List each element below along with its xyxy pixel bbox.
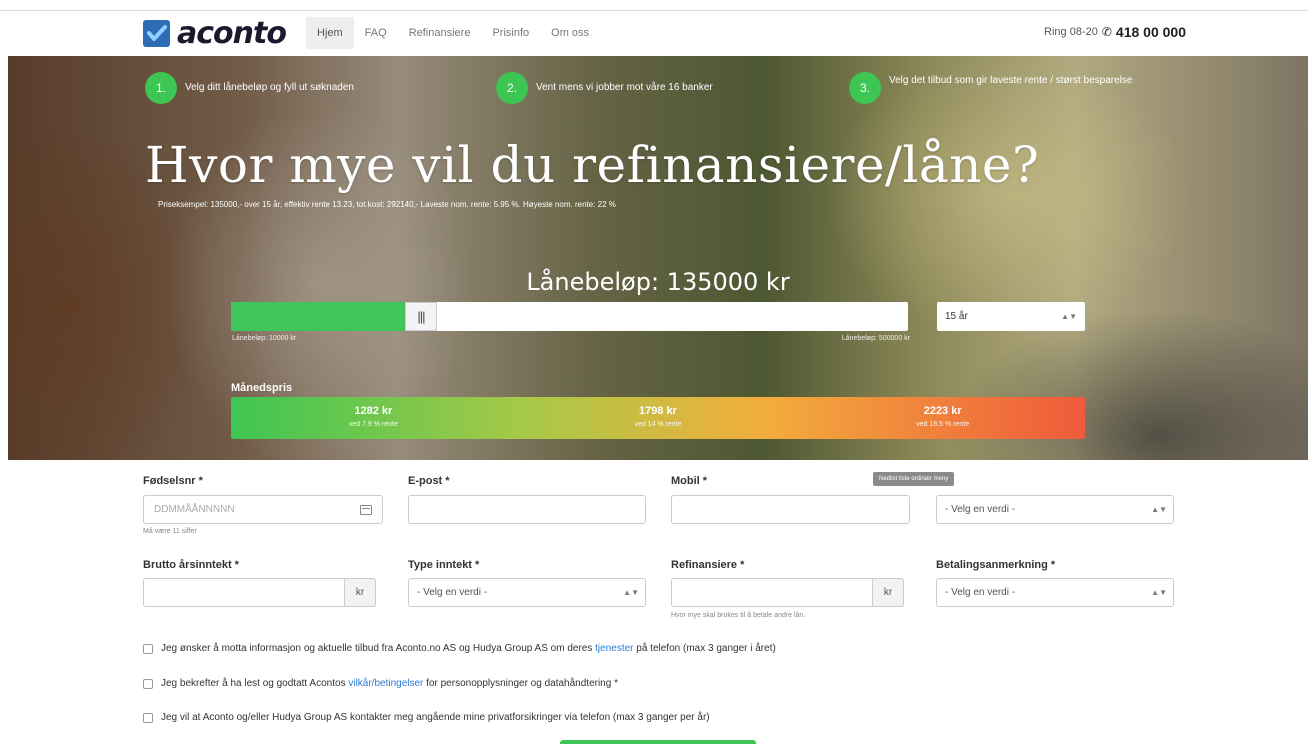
slider-max-label: Lånebeløp: 500000 kr bbox=[841, 335, 910, 342]
monthly-price-label: Månedspris bbox=[231, 382, 293, 394]
fodselsnr-label: Fødselsnr * bbox=[143, 475, 203, 487]
consent-text: Jeg bekrefter å ha lest og godtatt Acont… bbox=[161, 678, 618, 689]
monthly-segment-mid: 1798 kr ved 14 % rente bbox=[516, 397, 801, 439]
extra-select-value: - Velg en verdi - bbox=[945, 504, 1016, 515]
loan-slider-fill bbox=[231, 302, 405, 331]
consent-text-before: Jeg ønsker å motta informasjon og aktuel… bbox=[161, 643, 596, 654]
betalingsanmerkning-label: Betalingsanmerkning * bbox=[936, 559, 1056, 571]
logo[interactable]: aconto bbox=[143, 15, 287, 51]
phone-number: 418 00 000 bbox=[1115, 24, 1186, 40]
step-number: 3. bbox=[849, 72, 881, 104]
nav-item-om-oss[interactable]: Om oss bbox=[540, 17, 600, 49]
phone-icon: ✆ bbox=[1101, 25, 1112, 39]
select-arrows-icon: ▲▼ bbox=[1061, 312, 1077, 321]
consent-terms-checkbox[interactable] bbox=[143, 678, 153, 689]
grip-icon: ||| bbox=[417, 309, 425, 324]
vilkar-link[interactable]: vilkår/betingelser bbox=[348, 678, 423, 689]
consent-marketing: Jeg ønsker å motta informasjon og aktuel… bbox=[143, 643, 776, 654]
consent-insurance: Jeg vil at Aconto og/eller Hudya Group A… bbox=[143, 712, 710, 723]
navbar: aconto Hjem FAQ Refinansiere Prisinfo Om… bbox=[0, 11, 1308, 56]
consent-text: Jeg ønsker å motta informasjon og aktuel… bbox=[161, 643, 776, 654]
nav-item-faq[interactable]: FAQ bbox=[354, 17, 398, 49]
checkmark-logo-icon bbox=[143, 19, 170, 47]
mobil-input[interactable] bbox=[671, 495, 910, 524]
consent-terms: Jeg bekrefter å ha lest og godtatt Acont… bbox=[143, 678, 618, 689]
monthly-rate: ved 14 % rente bbox=[634, 421, 682, 428]
monthly-segment-low: 1282 kr ved 7.9 % rente bbox=[231, 397, 516, 439]
step-3: 3. Velg det tilbud som gir laveste rente… bbox=[849, 72, 1169, 104]
extra-select[interactable]: - Velg en verdi - ▲▼ bbox=[936, 495, 1174, 524]
hero-headline: Hvor mye vil du refinansiere/låne? bbox=[145, 136, 1040, 194]
select-arrows-icon: ▲▼ bbox=[623, 588, 639, 597]
step-text: Vent mens vi jobber mot våre 16 banker bbox=[536, 82, 713, 93]
type-inntekt-label: Type inntekt * bbox=[408, 559, 480, 571]
phone-contact[interactable]: Ring 08-20 ✆ 418 00 000 bbox=[1044, 24, 1186, 40]
brutto-label: Brutto årsinntekt * bbox=[143, 559, 239, 571]
type-inntekt-select[interactable]: - Velg en verdi - ▲▼ bbox=[408, 578, 646, 607]
calendar-icon[interactable] bbox=[360, 504, 372, 515]
tjenester-link[interactable]: tjenester bbox=[595, 643, 633, 654]
fodselsnr-placeholder: DDMMÅÅNNNNN bbox=[154, 504, 235, 515]
mobil-label: Mobil * bbox=[671, 475, 708, 487]
select-arrows-icon: ▲▼ bbox=[1151, 588, 1167, 597]
nav-item-prisinfo[interactable]: Prisinfo bbox=[481, 17, 540, 49]
nav-item-hjem[interactable]: Hjem bbox=[306, 17, 354, 49]
consent-text-after: for personopplysninger og datahåndtering… bbox=[423, 678, 618, 689]
monthly-rate: ved 7.9 % rente bbox=[348, 421, 398, 428]
refinansiere-help: Hvor mye skal brukes til å betale andre … bbox=[671, 612, 806, 619]
main-nav: Hjem FAQ Refinansiere Prisinfo Om oss bbox=[306, 17, 600, 49]
submit-button[interactable] bbox=[560, 740, 756, 744]
step-number: 2. bbox=[496, 72, 528, 104]
epost-input[interactable] bbox=[408, 495, 646, 524]
price-example: Priseksempel: 135000,- over 15 år, effek… bbox=[158, 200, 616, 209]
consent-marketing-checkbox[interactable] bbox=[143, 643, 153, 654]
logo-text: aconto bbox=[177, 15, 287, 51]
years-selected: 15 år bbox=[945, 311, 968, 322]
betalingsanmerkning-select[interactable]: - Velg en verdi - ▲▼ bbox=[936, 578, 1174, 607]
select-arrows-icon: ▲▼ bbox=[1151, 505, 1167, 514]
brutto-input[interactable] bbox=[143, 578, 345, 607]
type-inntekt-value: - Velg en verdi - bbox=[417, 587, 488, 598]
loan-amount-label: Lånebeløp: 135000 kr bbox=[526, 268, 790, 296]
fodselsnr-input[interactable]: DDMMÅÅNNNNN bbox=[143, 495, 383, 524]
betalingsanmerkning-value: - Velg en verdi - bbox=[945, 587, 1016, 598]
loan-years-select[interactable]: 15 år ▲▼ bbox=[937, 302, 1085, 331]
loan-slider-handle[interactable]: ||| bbox=[405, 302, 437, 331]
consent-text: Jeg vil at Aconto og/eller Hudya Group A… bbox=[161, 712, 710, 723]
slider-min-label: Lånebeløp: 10000 kr bbox=[232, 335, 297, 342]
epost-label: E-post * bbox=[408, 475, 450, 487]
monthly-amount: 2223 kr bbox=[923, 405, 962, 417]
phone-prefix: Ring 08-20 bbox=[1044, 26, 1098, 38]
monthly-rate: ved 18.5 % rente bbox=[916, 421, 970, 428]
step-1: 1. Velg ditt lånebeløp og fyll ut søknad… bbox=[145, 72, 354, 104]
brutto-unit: kr bbox=[345, 578, 376, 607]
hero-section: 1. Velg ditt lånebeløp og fyll ut søknad… bbox=[8, 56, 1308, 460]
monthly-price-bar: 1282 kr ved 7.9 % rente 1798 kr ved 14 %… bbox=[231, 397, 1085, 439]
consent-text-before: Jeg bekrefter å ha lest og godtatt Acont… bbox=[161, 678, 349, 689]
monthly-segment-high: 2223 kr ved 18.5 % rente bbox=[800, 397, 1085, 439]
step-number: 1. bbox=[145, 72, 177, 104]
monthly-amount: 1282 kr bbox=[354, 405, 393, 417]
fodselsnr-help: Må være 11 siffer bbox=[143, 528, 197, 535]
monthly-amount: 1798 kr bbox=[639, 405, 677, 417]
refinansiere-input[interactable] bbox=[671, 578, 873, 607]
step-text: Velg ditt lånebeløp og fyll ut søknaden bbox=[185, 82, 354, 93]
nav-item-refinansiere[interactable]: Refinansiere bbox=[398, 17, 482, 49]
refinansiere-label: Refinansiere * bbox=[671, 559, 745, 571]
consent-insurance-checkbox[interactable] bbox=[143, 712, 153, 723]
step-2: 2. Vent mens vi jobber mot våre 16 banke… bbox=[496, 72, 713, 104]
consent-text-after: på telefon (max 3 ganger i året) bbox=[633, 643, 776, 654]
select-tooltip: Nedlist liste ordinær meny bbox=[873, 472, 955, 486]
step-text: Velg det tilbud som gir laveste rente / … bbox=[889, 75, 1133, 86]
refinansiere-unit: kr bbox=[873, 578, 904, 607]
